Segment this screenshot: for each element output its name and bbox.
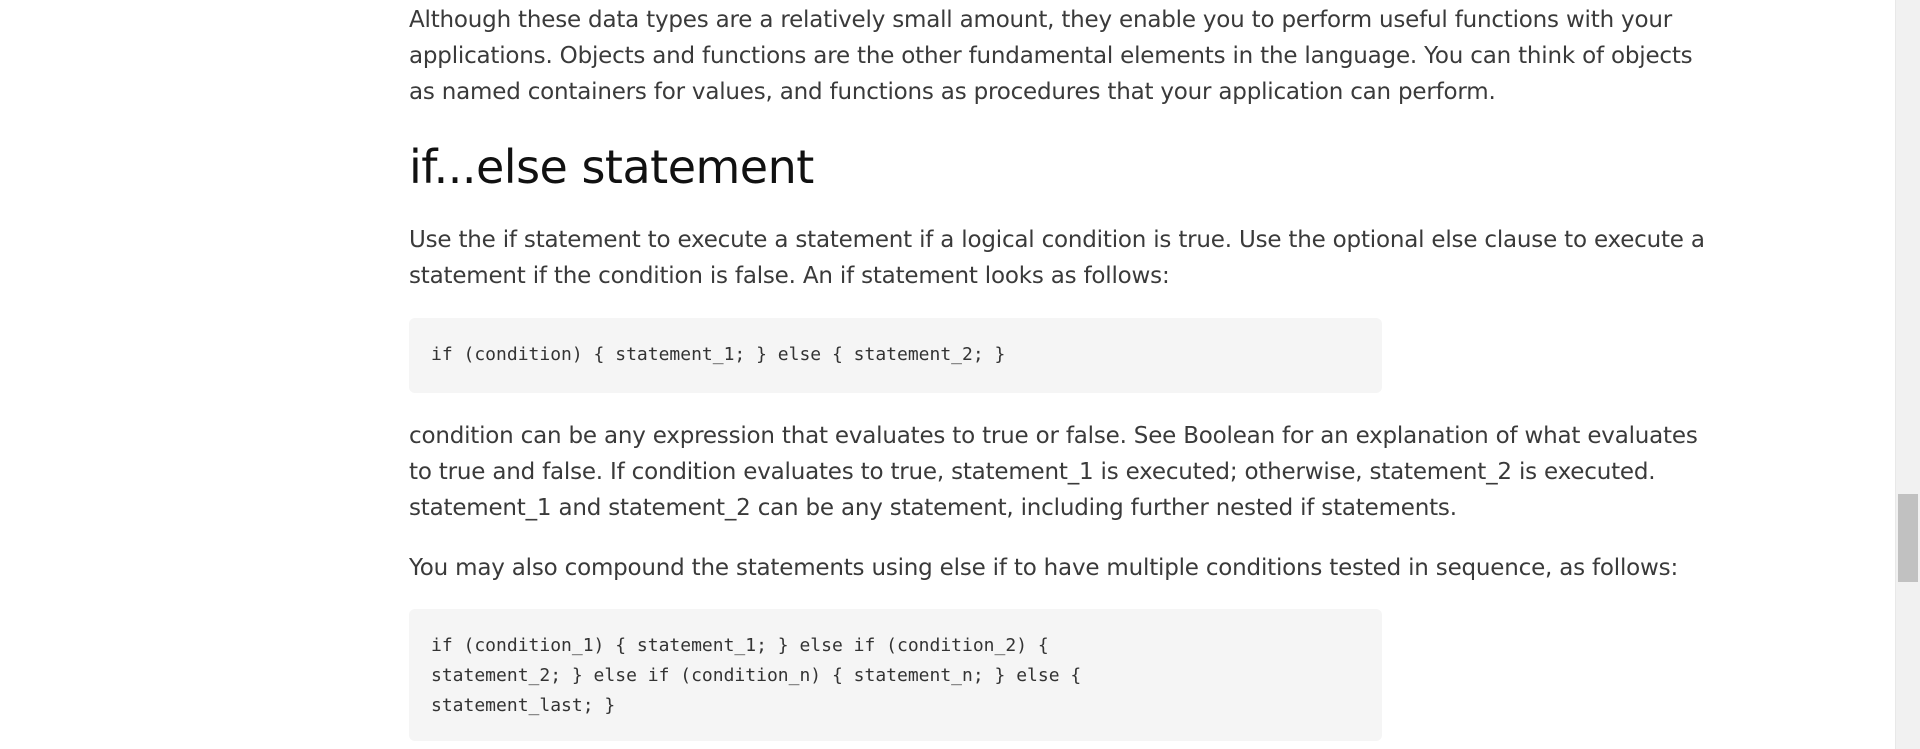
condition-paragraph: condition can be any expression that eva… [409,423,1698,521]
usage-paragraph: Use the if statement to execute a statem… [409,227,1705,289]
intro-paragraph: Although these data types are a relative… [409,7,1693,105]
code-block-if-else: if (condition) { statement_1; } else { s… [409,318,1382,393]
compound-paragraph: You may also compound the statements usi… [409,555,1678,581]
vertical-scrollbar[interactable] [1895,0,1920,749]
scrollbar-thumb[interactable] [1898,494,1918,582]
section-heading: if...else statement [409,140,814,194]
code-block-else-if: if (condition_1) { statement_1; } else i… [409,609,1382,741]
